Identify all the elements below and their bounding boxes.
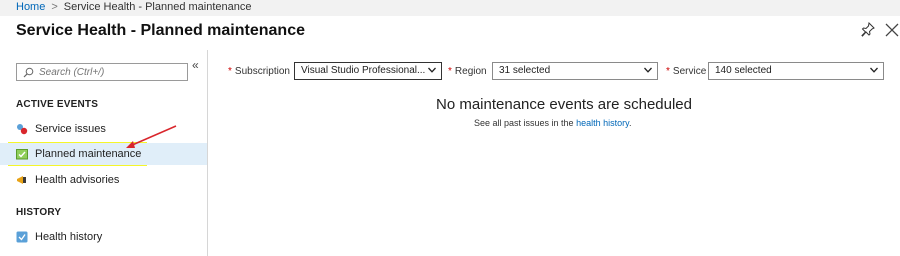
sidebar-item-label: Service issues bbox=[35, 123, 106, 135]
sidebar-item-label: Health advisories bbox=[35, 174, 120, 186]
search-icon bbox=[23, 67, 34, 78]
page-title: Service Health - Planned maintenance bbox=[16, 22, 305, 39]
empty-state-title: No maintenance events are scheduled bbox=[436, 96, 692, 113]
search-input[interactable] bbox=[39, 64, 183, 80]
service-value: 140 selected bbox=[715, 65, 772, 76]
chevron-down-icon bbox=[644, 67, 652, 73]
subscription-label: * Subscription bbox=[228, 66, 290, 77]
breadcrumb: Home > Service Health - Planned maintenanc… bbox=[0, 0, 900, 16]
sidebar-item-label: Health history bbox=[35, 231, 103, 243]
chevron-down-icon bbox=[428, 67, 436, 73]
sidebar-item-health-history[interactable]: Health history bbox=[0, 226, 207, 248]
region-label: * Region bbox=[448, 66, 487, 77]
section-label-active-events: ACTIVE EVENTS bbox=[16, 99, 99, 110]
breadcrumb-current: Service Health - Planned maintenance bbox=[63, 1, 252, 13]
region-dropdown[interactable]: 31 selected bbox=[492, 62, 658, 80]
subscription-value: Visual Studio Professional... bbox=[301, 65, 426, 76]
collapse-sidebar-button[interactable]: « bbox=[192, 58, 199, 72]
health-advisories-icon bbox=[17, 176, 26, 184]
empty-state-subtitle: See all past issues in the health histor… bbox=[474, 118, 631, 128]
health-history-icon bbox=[16, 231, 28, 243]
chevron-down-icon bbox=[870, 67, 878, 73]
service-label: * Service bbox=[666, 66, 707, 77]
planned-maintenance-icon bbox=[16, 149, 28, 160]
empty-state-text: See all past issues in the bbox=[474, 118, 577, 128]
search-box[interactable] bbox=[16, 63, 188, 81]
close-icon[interactable] bbox=[885, 23, 899, 37]
service-dropdown[interactable]: 140 selected bbox=[708, 62, 884, 80]
breadcrumb-home-link[interactable]: Home bbox=[16, 1, 45, 13]
annotation-arrow bbox=[126, 125, 177, 148]
breadcrumb-separator: > bbox=[51, 1, 58, 13]
subscription-dropdown[interactable]: Visual Studio Professional... bbox=[294, 62, 442, 80]
empty-state-period: . bbox=[628, 118, 632, 128]
region-value: 31 selected bbox=[499, 65, 551, 76]
health-history-link[interactable]: health history bbox=[576, 118, 629, 128]
sidebar-item-health-advisories[interactable]: Health advisories bbox=[0, 169, 207, 191]
service-issues-icon bbox=[17, 124, 28, 135]
pin-icon[interactable] bbox=[861, 22, 875, 38]
section-label-history: HISTORY bbox=[16, 207, 62, 218]
